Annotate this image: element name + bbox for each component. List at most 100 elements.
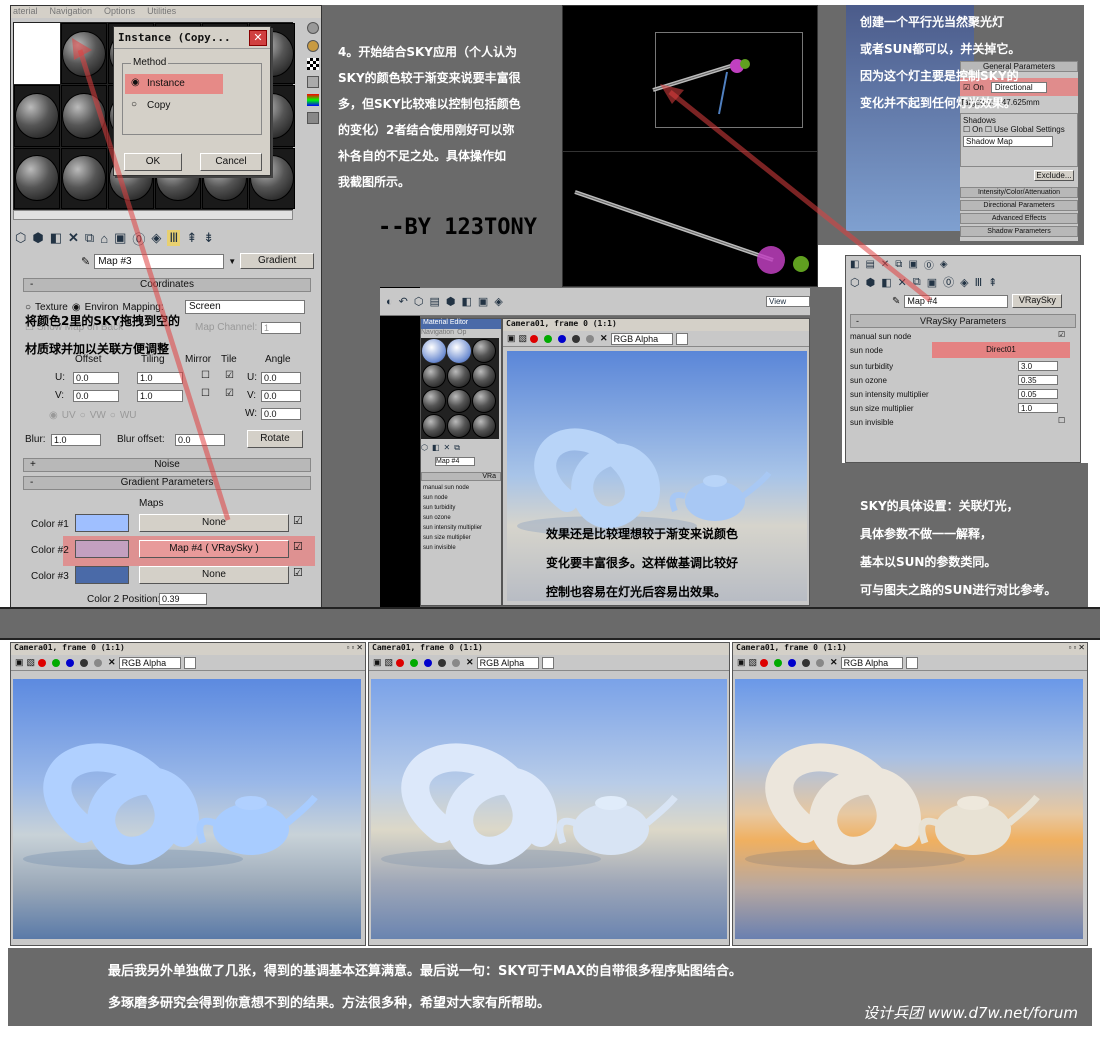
clone-icon[interactable]: ▧ xyxy=(27,657,36,668)
coordinates-rollout-header[interactable]: - Coordinates xyxy=(23,278,311,292)
go-to-parent-icon[interactable]: ⇞ xyxy=(186,230,197,246)
clear-icon[interactable]: ✕ xyxy=(830,657,838,668)
uv-radio[interactable]: ◉ xyxy=(49,410,58,421)
video-color-icon[interactable] xyxy=(307,94,319,106)
green-channel-icon[interactable] xyxy=(544,334,553,343)
mini-map-name[interactable]: Map #4 xyxy=(435,457,475,466)
toolbar-icon[interactable]: ⓪ xyxy=(924,257,934,272)
go-forward-sibling-icon[interactable]: ⇟ xyxy=(203,230,214,246)
clear-icon[interactable]: ✕ xyxy=(600,333,608,344)
show-map-icon[interactable]: ◈ xyxy=(960,276,968,289)
save-image-icon[interactable]: ▣ xyxy=(373,657,382,668)
mini-sample-sphere[interactable] xyxy=(422,414,446,438)
alpha-channel-icon[interactable] xyxy=(438,658,447,667)
alpha-channel-icon[interactable] xyxy=(572,334,581,343)
sample-slot[interactable] xyxy=(61,147,107,209)
rollout-shadow-params[interactable]: Shadow Parameters xyxy=(960,226,1078,237)
vraysky-params-header[interactable]: - VRaySky Parameters xyxy=(850,314,1076,328)
toolbar-icon[interactable]: ◧ xyxy=(462,295,472,308)
color2-map-checkbox[interactable]: ☑ xyxy=(293,540,303,553)
material-effects-icon[interactable]: ⓪ xyxy=(132,229,145,248)
rollout-directional[interactable]: Directional Parameters xyxy=(960,200,1078,211)
swatch-icon[interactable] xyxy=(183,656,196,669)
map-name-field[interactable]: Map #3 xyxy=(94,253,225,269)
background-icon[interactable] xyxy=(307,58,319,70)
reset-map-icon[interactable]: ✕ xyxy=(898,276,907,289)
v-offset-field[interactable]: 0.0 xyxy=(73,390,119,402)
menu-item-navigation[interactable]: Navigation xyxy=(50,6,93,18)
blue-channel-icon[interactable] xyxy=(66,658,75,667)
color3-map-checkbox[interactable]: ☑ xyxy=(293,566,303,579)
toolbar-icon[interactable]: ⧉ xyxy=(895,259,902,270)
channel-select[interactable]: RGB Alpha xyxy=(118,656,181,669)
menu-item-utilities[interactable]: Utilities xyxy=(147,6,176,18)
copy-radio[interactable]: ○ xyxy=(131,99,137,110)
sun-invisible-checkbox[interactable]: ☐ xyxy=(1058,416,1065,425)
mini-sample-sphere[interactable] xyxy=(422,389,446,413)
color3-swatch[interactable] xyxy=(75,566,129,584)
toolbar-icon[interactable]: ⬡ xyxy=(421,443,428,455)
green-channel-icon[interactable] xyxy=(410,658,419,667)
u-tile-checkbox[interactable]: ☑ xyxy=(225,370,234,381)
toolbar-icon[interactable]: ◧ xyxy=(432,443,440,455)
v-tiling-field[interactable]: 1.0 xyxy=(137,390,183,402)
toolbar-icon[interactable]: ◐ xyxy=(386,296,393,308)
assign-material-icon[interactable]: ◧ xyxy=(50,230,62,246)
toolbar-icon[interactable]: ▣ xyxy=(478,295,488,308)
shadow-type-select[interactable]: Shadow Map xyxy=(963,136,1053,147)
sun-intensity-field[interactable]: 0.05 xyxy=(1018,389,1058,399)
toolbar-icon[interactable]: ✕ xyxy=(881,259,889,270)
sample-slot[interactable] xyxy=(14,147,60,209)
toolbar-icon[interactable]: ▣ xyxy=(908,259,917,270)
red-channel-icon[interactable] xyxy=(396,658,405,667)
clear-icon[interactable]: ✕ xyxy=(466,657,474,668)
mapping-select[interactable]: Screen xyxy=(185,300,305,314)
mini-sample-sphere[interactable] xyxy=(472,339,496,363)
rollout-intensity[interactable]: Intensity/Color/Attenuation xyxy=(960,187,1078,198)
toolbar-icon[interactable]: ◈ xyxy=(940,259,948,270)
show-map-icon[interactable]: ◈ xyxy=(151,230,161,246)
reset-map-icon[interactable]: ✕ xyxy=(68,230,79,246)
channel-select[interactable]: RGB Alpha xyxy=(476,656,539,669)
shadows-on-checkbox[interactable]: ☐ xyxy=(963,125,970,134)
save-image-icon[interactable]: ▣ xyxy=(15,657,24,668)
green-channel-icon[interactable] xyxy=(52,658,61,667)
mini-vraysky-rollout[interactable]: VRa xyxy=(421,472,501,481)
get-material-icon[interactable]: ⬡ xyxy=(850,276,860,289)
rollout-advanced-effects[interactable]: Advanced Effects xyxy=(960,213,1078,224)
toolbar-icon[interactable]: ⧉ xyxy=(454,443,460,455)
cancel-button[interactable]: Cancel xyxy=(200,153,262,171)
sun-ozone-field[interactable]: 0.35 xyxy=(1018,375,1058,385)
mini-sample-sphere[interactable] xyxy=(472,414,496,438)
mini-sky-slot[interactable] xyxy=(447,339,471,363)
blue-channel-icon[interactable] xyxy=(788,658,797,667)
go-to-parent-icon[interactable]: ⇞ xyxy=(988,276,997,289)
u-offset-field[interactable]: 0.0 xyxy=(73,372,119,384)
put-to-scene-icon[interactable]: ⬢ xyxy=(32,230,43,246)
alpha-channel-icon[interactable] xyxy=(802,658,811,667)
get-material-icon[interactable]: ⬡ xyxy=(15,230,26,246)
swatch-icon[interactable] xyxy=(675,332,688,345)
save-image-icon[interactable]: ▣ xyxy=(737,657,746,668)
toolbar-icon[interactable]: ◧ xyxy=(850,259,859,270)
color2-swatch[interactable] xyxy=(75,540,129,558)
color2-position-field[interactable]: 0.39 xyxy=(159,593,207,605)
mini-sample-sphere[interactable] xyxy=(447,364,471,388)
alpha-channel-icon[interactable] xyxy=(80,658,89,667)
view-select[interactable]: View xyxy=(766,296,810,307)
mono-channel-icon[interactable] xyxy=(452,658,461,667)
map-name-dropdown-icon[interactable]: ▼ xyxy=(228,257,236,266)
mini-menu-navigation[interactable]: Navigation xyxy=(421,329,454,338)
viewport-black[interactable] xyxy=(562,5,819,287)
put-to-library-icon[interactable]: ▣ xyxy=(927,276,937,289)
eyedropper-icon[interactable]: ✎ xyxy=(892,296,900,307)
mini-sample-sphere[interactable] xyxy=(447,414,471,438)
menu-item-material[interactable]: aterial xyxy=(13,6,38,18)
mono-channel-icon[interactable] xyxy=(586,334,595,343)
make-copy-icon[interactable]: ⧉ xyxy=(85,230,94,246)
swatch-icon[interactable] xyxy=(541,656,554,669)
toolbar-icon[interactable]: ▤ xyxy=(865,259,874,270)
clone-icon[interactable]: ▧ xyxy=(749,657,758,668)
u-mirror-checkbox[interactable]: ☐ xyxy=(201,370,210,381)
window-buttons[interactable]: ▫▫✕ xyxy=(1069,643,1087,655)
